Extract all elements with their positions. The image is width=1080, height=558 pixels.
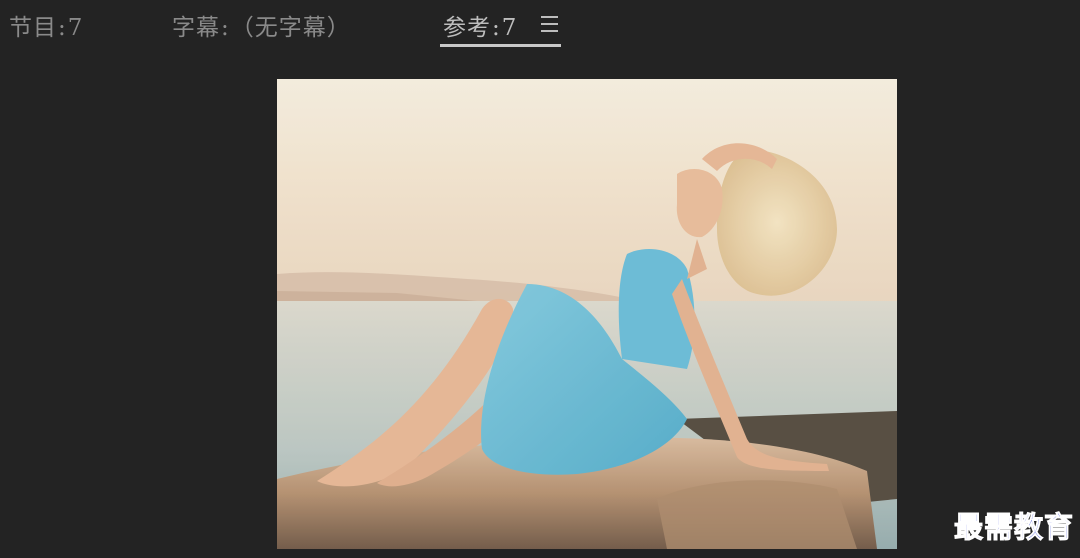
tab-program-label: 节目 <box>9 15 57 41</box>
tab-reference-value: 7 <box>501 15 518 41</box>
monitor-tab-bar: 节目:7 字幕:（无字幕） 参考:7 <box>0 0 1080 50</box>
active-tab-indicator <box>440 44 561 47</box>
tab-caption-label: 字幕 <box>172 15 220 41</box>
tab-caption-value: （无字幕） <box>230 15 351 41</box>
tab-reference-sep: : <box>492 15 501 41</box>
reference-monitor-frame <box>277 79 897 549</box>
tab-reference-label: 参考 <box>443 15 491 41</box>
tab-program[interactable]: 节目:7 <box>9 8 83 42</box>
hamburger-menu-icon[interactable] <box>541 16 559 32</box>
tab-caption[interactable]: 字幕:（无字幕） <box>172 8 351 42</box>
tab-program-value: 7 <box>67 15 84 41</box>
watermark-logo: 最需教育 <box>953 510 1074 545</box>
preview-image <box>277 79 897 549</box>
tab-program-sep: : <box>58 15 67 41</box>
tab-caption-sep: : <box>221 15 230 41</box>
tab-reference[interactable]: 参考:7 <box>443 8 517 42</box>
